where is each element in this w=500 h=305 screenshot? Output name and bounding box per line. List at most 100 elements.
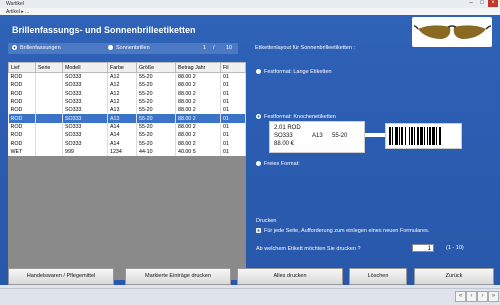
start-label-input[interactable]: 1 (412, 244, 434, 252)
barcode-bar (399, 127, 400, 145)
back-button[interactable]: Zurück (414, 268, 494, 285)
barcode-bar (439, 127, 441, 145)
radio-icon (108, 45, 113, 51)
table-cell (35, 122, 63, 132)
barcode-bar (432, 127, 435, 145)
table-cell: 55-20 (136, 89, 176, 98)
table-cell: 01 (220, 81, 246, 90)
minimize-icon[interactable]: – (466, 0, 476, 7)
label-model: SO333 (274, 133, 293, 139)
table-cell: A14 (107, 131, 137, 140)
table-cell: SO333 (62, 139, 108, 148)
table-cell: 55-20 (136, 131, 176, 140)
sunglasses-logo (412, 17, 492, 47)
option-freies-format[interactable]: Freies Format: (256, 161, 300, 167)
table-cell: A13 (107, 114, 137, 123)
barcode-bar (401, 127, 403, 145)
table-cell: SO333 (62, 81, 108, 90)
table-cell: 88.00 2 (175, 72, 221, 82)
table-cell: ROD (8, 139, 36, 148)
nav-next-icon[interactable]: › (477, 291, 488, 302)
column-header[interactable]: Modell (62, 62, 108, 73)
table-cell: SO333 (62, 131, 108, 140)
print-marked-button[interactable]: Markierte Einträge drucken (125, 268, 231, 285)
mode-option-sonnenbrillen[interactable]: Sonnenbrillen (108, 45, 150, 51)
table-cell: A13 (107, 106, 137, 115)
handelswaren-button[interactable]: Handelswaren / Pflegemittel (8, 268, 114, 285)
nav-last-icon[interactable]: » (488, 291, 499, 302)
table-header-row: Lief Serie Modell Farbe Größe Betrag Jah… (8, 62, 246, 73)
table-row[interactable]: ROD SO333 A13 55-20 88.00 2 01 (8, 106, 246, 115)
table-row[interactable]: ROD SO333 A12 55-20 88.00 2 01 (8, 89, 246, 98)
label-preview: 2.01 ROD SO333 A13 55-20 88.00 € (269, 121, 365, 153)
table-cell: 55-20 (136, 114, 176, 123)
table-cell: ROD (8, 89, 36, 98)
column-header[interactable]: Betrag Jahr (175, 62, 221, 73)
table-cell: 55-20 (136, 106, 176, 115)
table-cell (35, 147, 63, 156)
table-cell: A12 (107, 97, 137, 107)
table-row[interactable]: ROD SO333 A12 55-20 88.00 2 01 (8, 72, 246, 82)
table-cell: 88.00 2 (175, 122, 221, 132)
table-cell: ROD (8, 106, 36, 115)
drucken-heading: Drucken (256, 218, 277, 224)
table-row[interactable]: WET 999 1234 44-10 40.00 5 01 (8, 147, 246, 156)
radio-icon (256, 161, 261, 167)
delete-button[interactable]: Löschen (349, 268, 407, 285)
column-header[interactable]: Serie (35, 62, 63, 73)
checkbox-icon (256, 228, 261, 234)
close-icon[interactable]: × (488, 0, 498, 7)
table-cell: A14 (107, 122, 137, 132)
barcode-bar (427, 127, 428, 145)
table-row[interactable]: ROD SO333 A14 55-20 88.00 2 01 (8, 139, 246, 148)
nav-prev-icon[interactable]: ‹ (466, 291, 477, 302)
layout-header: Etikettenlayout für Sonnenbrilleetikette… (255, 45, 355, 51)
table-row[interactable]: ROD SO333 A14 55-20 88.00 2 01 (8, 122, 246, 132)
barcode-bar (405, 127, 406, 145)
nav-first-icon[interactable]: « (455, 291, 466, 302)
table-cell: 55-20 (136, 72, 176, 82)
article-table-container[interactable]: Lief Serie Modell Farbe Größe Betrag Jah… (8, 62, 246, 280)
table-cell: 88.00 2 (175, 139, 221, 148)
table-cell (35, 97, 63, 107)
radio-icon (256, 69, 261, 75)
table-cell (35, 106, 63, 115)
option-knochenetiketten[interactable]: Festformat: Knochenetiketten (256, 114, 336, 120)
table-row[interactable]: ROD SO333 A14 55-20 88.00 2 01 (8, 131, 246, 140)
column-header[interactable]: Farbe (107, 62, 137, 73)
table-cell: 1234 (107, 147, 137, 156)
table-row[interactable]: ROD SO333 A12 55-20 88.00 2 01 (8, 81, 246, 90)
table-cell: 01 (220, 97, 246, 107)
new-form-checkbox-row[interactable]: Für jede Seite, Aufforderung zum einlege… (256, 228, 429, 234)
maximize-icon[interactable]: □ (477, 0, 487, 7)
label-color: A13 (312, 133, 323, 139)
column-header[interactable]: Größe (136, 62, 176, 73)
radio-selected-icon (12, 45, 17, 51)
table-cell: A12 (107, 89, 137, 98)
table-cell: 01 (220, 147, 246, 156)
column-header[interactable]: Fil (220, 62, 246, 73)
label-price: 88.00 € (274, 141, 295, 147)
table-cell: SO333 (62, 89, 108, 98)
barcode-bar (411, 127, 413, 145)
page-title: Brillenfassungs- und Sonnenbrilleetikett… (12, 25, 196, 35)
table-cell: ROD (8, 114, 36, 123)
table-cell: 88.00 2 (175, 106, 221, 115)
table-row[interactable]: ROD SO333 A12 55-20 88.00 2 01 (8, 97, 246, 107)
mode-option-brillenfassungen[interactable]: Brillenfassungen (12, 45, 61, 51)
table-cell: 55-20 (136, 97, 176, 107)
table-cell (35, 131, 63, 140)
option-lange-etiketten[interactable]: Festformat: Lange Etiketten (256, 69, 332, 75)
table-cell: SO333 (62, 122, 108, 132)
table-cell: A12 (107, 81, 137, 90)
table-cell: SO333 (62, 72, 108, 82)
table-cell: 44-10 (136, 147, 176, 156)
window-title: Wartikel (6, 1, 24, 7)
column-header[interactable]: Lief (8, 62, 36, 73)
label-line1: 2.01 ROD (274, 125, 301, 131)
table-cell: ROD (8, 122, 36, 132)
print-all-button[interactable]: Alles drucken (237, 268, 343, 285)
table-row[interactable]: ROD SO333 A13 55-20 88.00 2 01 (8, 114, 246, 123)
table-cell: 88.00 2 (175, 81, 221, 90)
start-label-question: Ab welchem Etikett möchten Sie drucken ? (256, 246, 361, 252)
